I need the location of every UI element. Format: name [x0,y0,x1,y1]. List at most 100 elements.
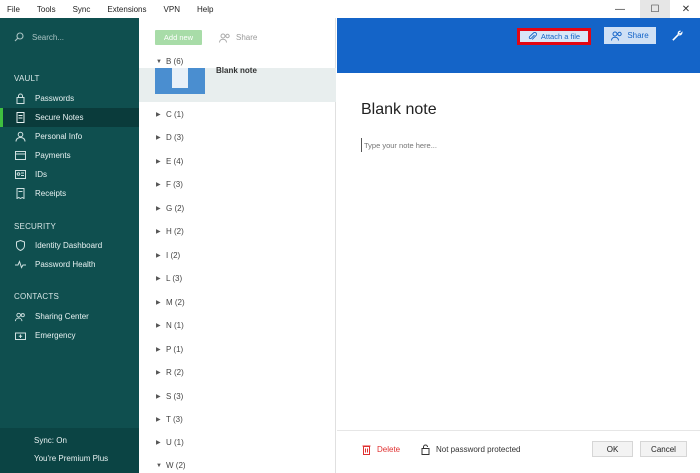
premium-status[interactable]: You're Premium Plus [34,454,108,463]
sidebar-item-receipts[interactable]: Receipts [0,184,139,203]
note-detail-panel: Attach a file Share Blank note Delete No… [337,18,700,473]
group-g[interactable]: ▶ G (2) [156,204,184,213]
unlock-icon [421,444,430,455]
attach-file-label: Attach a file [540,32,581,41]
chevron-right-icon: ▶ [156,440,161,446]
chevron-right-icon: ▶ [156,370,161,376]
shield-icon [15,240,26,251]
delete-button[interactable]: Delete [362,444,400,455]
share-people-icon [219,33,230,43]
sidebar-item-payments[interactable]: Payments [0,146,139,165]
group-d[interactable]: ▶ D (3) [156,133,184,142]
sidebar-item-emergency[interactable]: Emergency [0,326,139,345]
group-c[interactable]: ▶ C (1) [156,110,184,119]
menu-file[interactable]: File [7,5,20,14]
lock-icon [15,93,26,104]
menu-bar: File Tools Sync Extensions VPN Help [0,0,700,18]
group-label: N (1) [166,321,184,330]
sidebar-item-personal-info[interactable]: Personal Info [0,127,139,146]
group-label: B (6) [166,57,184,66]
note-item-title[interactable]: Blank note [216,66,257,75]
menu-tools[interactable]: Tools [37,5,56,14]
emergency-icon [15,330,26,341]
note-body-field[interactable] [361,138,681,152]
contacts-section-label: CONTACTS [14,292,60,301]
password-status-label: Not password protected [436,445,521,454]
group-label: D (3) [166,133,184,142]
group-t[interactable]: ▶ T (3) [156,415,183,424]
close-button[interactable]: ✕ [672,0,700,18]
chevron-right-icon: ▶ [156,229,161,235]
receipt-icon [15,188,26,199]
search-placeholder: Search... [32,32,65,42]
chevron-right-icon: ▶ [156,394,161,400]
chevron-down-icon: ▼ [156,58,162,65]
maximize-button[interactable]: ☐ [640,0,670,18]
chevron-right-icon: ▶ [156,276,161,282]
vault-section-label: VAULT [14,74,40,83]
wrench-icon[interactable] [669,27,685,44]
group-r[interactable]: ▶ R (2) [156,368,184,377]
password-protection-toggle[interactable]: Not password protected [421,444,521,455]
group-f[interactable]: ▶ F (3) [156,180,183,189]
chevron-right-icon: ▶ [156,182,161,188]
group-label: L (3) [166,274,183,283]
group-n[interactable]: ▶ N (1) [156,321,184,330]
group-m[interactable]: ▶ M (2) [156,298,185,307]
sidebar-item-label: Receipts [35,189,67,198]
sidebar-item-sharing-center[interactable]: Sharing Center [0,307,139,326]
group-p[interactable]: ▶ P (1) [156,345,183,354]
chevron-right-icon: ▶ [156,417,161,423]
chevron-right-icon: ▶ [156,253,161,259]
cancel-button[interactable]: Cancel [640,441,687,457]
attach-file-button[interactable]: Attach a file [517,28,591,45]
sidebar-item-label: Identity Dashboard [35,241,103,250]
group-l[interactable]: ▶ L (3) [156,274,182,283]
sidebar-item-label: Payments [35,151,71,160]
security-section-label: SECURITY [14,222,57,231]
sidebar-item-identity-dashboard[interactable]: Identity Dashboard [0,236,139,255]
menu-sync[interactable]: Sync [73,5,91,14]
sync-status[interactable]: Sync: On [34,436,67,445]
chevron-right-icon: ▶ [156,347,161,353]
group-h[interactable]: ▶ H (2) [156,227,184,236]
search-icon [14,32,24,42]
sidebar-item-password-health[interactable]: Password Health [0,255,139,274]
group-label: C (1) [166,110,184,119]
sidebar-item-passwords[interactable]: Passwords [0,89,139,108]
ok-button[interactable]: OK [592,441,633,457]
note-thumbnail [155,68,205,94]
search-box[interactable]: Search... [14,32,64,42]
menu-help[interactable]: Help [197,5,213,14]
group-s[interactable]: ▶ S (3) [156,392,183,401]
minimize-button[interactable]: — [605,0,635,18]
trash-icon [362,445,371,455]
share-label: Share [627,31,649,40]
group-label: R (2) [166,368,184,377]
group-b[interactable]: ▼ B (6) [156,57,183,66]
sidebar-item-secure-notes[interactable]: Secure Notes [0,108,139,127]
note-title[interactable]: Blank note [361,101,437,119]
add-new-button[interactable]: Add new [155,30,202,45]
share-button[interactable]: Share [604,27,656,44]
sidebar-item-label: Personal Info [35,132,83,141]
list-share-button[interactable]: Share [219,30,257,45]
group-label: F (3) [166,180,183,189]
person-icon [15,131,26,142]
group-e[interactable]: ▶ E (4) [156,157,183,166]
group-w[interactable]: ▼ W (2) [156,461,186,470]
card-icon [15,150,26,161]
menu-vpn[interactable]: VPN [164,5,180,14]
group-label: I (2) [166,251,181,260]
group-label: P (1) [166,345,184,354]
detail-footer: Delete Not password protected OK Cancel [337,430,700,473]
chevron-right-icon: ▶ [156,206,161,212]
group-u[interactable]: ▶ U (1) [156,438,184,447]
menu-extensions[interactable]: Extensions [107,5,146,14]
sidebar-item-ids[interactable]: IDs [0,165,139,184]
sidebar-item-label: IDs [35,170,47,179]
group-i[interactable]: ▶ I (2) [156,251,180,260]
note-icon [15,112,26,123]
document-icon [172,68,188,88]
sidebar-item-label: Secure Notes [35,113,84,122]
